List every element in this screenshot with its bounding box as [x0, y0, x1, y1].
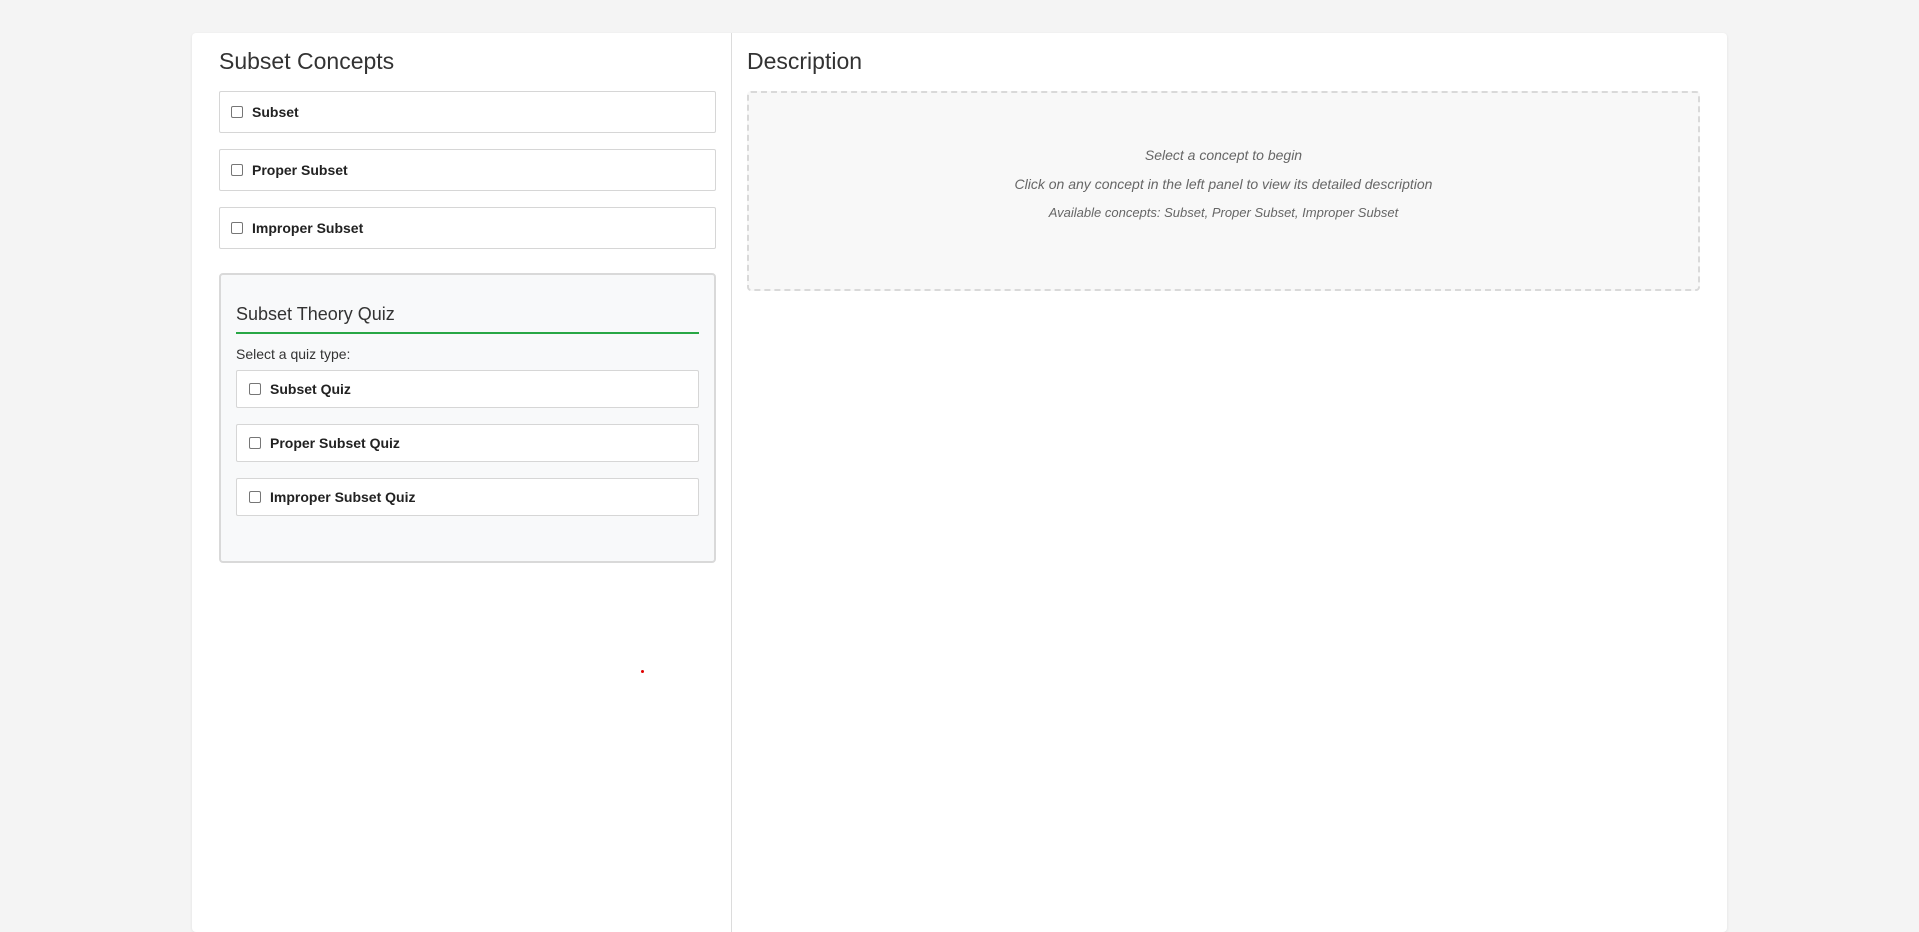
quiz-label: Proper Subset Quiz	[270, 435, 400, 451]
quiz-checkbox[interactable]	[249, 383, 261, 395]
description-placeholder: Select a concept to begin Click on any c…	[747, 91, 1700, 291]
concept-item-proper-subset[interactable]: Proper Subset	[219, 149, 716, 191]
concept-checkbox[interactable]	[231, 164, 243, 176]
placeholder-instruction: Click on any concept in the left panel t…	[1014, 176, 1433, 192]
right-panel: Description Select a concept to begin Cl…	[732, 33, 1727, 932]
concept-item-subset[interactable]: Subset	[219, 91, 716, 133]
quiz-item-proper-subset[interactable]: Proper Subset Quiz	[236, 424, 699, 462]
concept-label: Proper Subset	[252, 162, 348, 178]
placeholder-available-concepts: Available concepts: Subset, Proper Subse…	[1048, 205, 1399, 220]
concept-label: Subset	[252, 104, 299, 120]
quiz-item-improper-subset[interactable]: Improper Subset Quiz	[236, 478, 699, 516]
quiz-section: Subset Theory Quiz Select a quiz type: S…	[219, 273, 716, 563]
placeholder-heading: Select a concept to begin	[1144, 147, 1303, 163]
left-panel: Subset Concepts Subset Proper Subset Imp…	[192, 33, 732, 932]
cursor-marker	[641, 670, 644, 673]
concept-label: Improper Subset	[252, 220, 364, 236]
concept-checkbox[interactable]	[231, 222, 243, 234]
quiz-checkbox[interactable]	[249, 437, 261, 449]
concepts-title: Subset Concepts	[219, 48, 395, 74]
concept-item-improper-subset[interactable]: Improper Subset	[219, 207, 716, 249]
description-title: Description	[747, 48, 863, 74]
quiz-item-subset[interactable]: Subset Quiz	[236, 370, 699, 408]
quiz-title: Subset Theory Quiz	[236, 303, 699, 334]
concept-checkbox[interactable]	[231, 106, 243, 118]
quiz-checkbox[interactable]	[249, 491, 261, 503]
quiz-prompt: Select a quiz type:	[236, 346, 351, 362]
quiz-label: Improper Subset Quiz	[270, 489, 416, 505]
quiz-label: Subset Quiz	[270, 381, 351, 397]
app-container: Subset Concepts Subset Proper Subset Imp…	[192, 33, 1727, 932]
